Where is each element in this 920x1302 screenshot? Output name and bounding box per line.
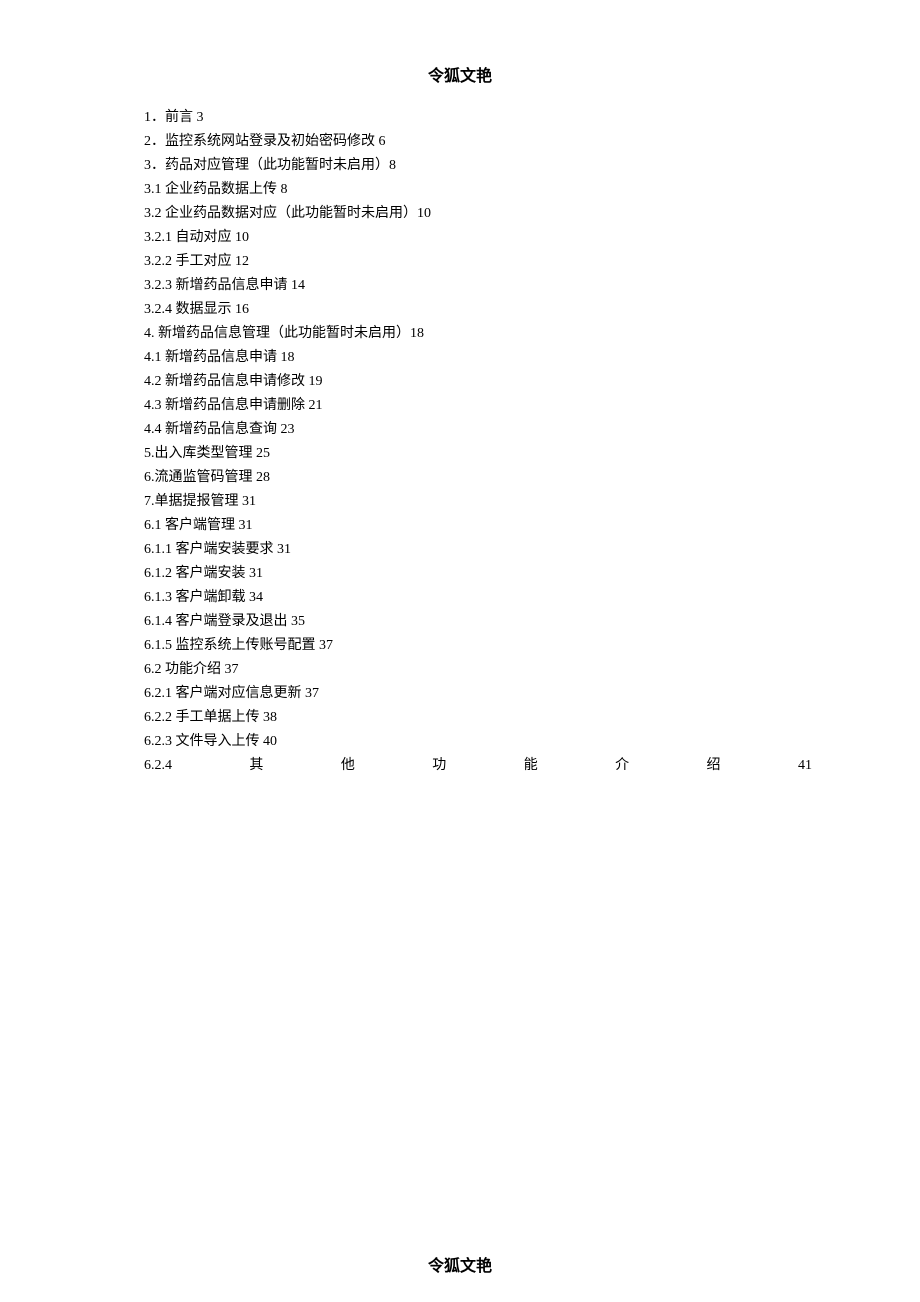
toc-entry: 3.1 企业药品数据上传 8 (144, 178, 812, 202)
toc-entry: 2．监控系统网站登录及初始密码修改 6 (144, 130, 812, 154)
toc-part: 6.2.4 (144, 754, 172, 778)
toc-entry: 3.2.4 数据显示 16 (144, 298, 812, 322)
toc-entry: 6.1.2 客户端安装 31 (144, 562, 812, 586)
toc-entry: 4.1 新增药品信息申请 18 (144, 346, 812, 370)
page-footer: 令狐文艳 (0, 1252, 920, 1276)
toc-part: 他 (341, 754, 355, 778)
toc-entry: 3.2 企业药品数据对应（此功能暂时未启用）10 (144, 202, 812, 226)
toc-entry: 6.1.3 客户端卸载 34 (144, 586, 812, 610)
toc-entry-justified: 6.2.4 其 他 功 能 介 绍 41 (144, 754, 812, 778)
toc-entry: 5.出入库类型管理 25 (144, 442, 812, 466)
toc-entry: 4. 新增药品信息管理（此功能暂时未启用）18 (144, 322, 812, 346)
toc-entry: 6.1 客户端管理 31 (144, 514, 812, 538)
toc-entry: 3.2.1 自动对应 10 (144, 226, 812, 250)
toc-part: 介 (615, 754, 629, 778)
toc-entry: 6.1.4 客户端登录及退出 35 (144, 610, 812, 634)
toc-entry: 3.2.2 手工对应 12 (144, 250, 812, 274)
toc-part: 功 (432, 754, 446, 778)
toc-content: 1．前言 3 2．监控系统网站登录及初始密码修改 6 3．药品对应管理（此功能暂… (0, 106, 920, 778)
toc-entry: 6.2.3 文件导入上传 40 (144, 730, 812, 754)
toc-entry: 6.2.2 手工单据上传 38 (144, 706, 812, 730)
toc-entry: 4.2 新增药品信息申请修改 19 (144, 370, 812, 394)
toc-entry: 4.3 新增药品信息申请删除 21 (144, 394, 812, 418)
toc-part: 能 (524, 754, 538, 778)
toc-entry: 6.2.1 客户端对应信息更新 37 (144, 682, 812, 706)
toc-part: 41 (798, 754, 812, 778)
toc-entry: 6.1.1 客户端安装要求 31 (144, 538, 812, 562)
toc-entry: 4.4 新增药品信息查询 23 (144, 418, 812, 442)
page-header: 令狐文艳 (0, 0, 920, 106)
toc-entry: 6.流通监管码管理 28 (144, 466, 812, 490)
toc-entry: 3．药品对应管理（此功能暂时未启用）8 (144, 154, 812, 178)
toc-entry: 6.1.5 监控系统上传账号配置 37 (144, 634, 812, 658)
toc-entry: 1．前言 3 (144, 106, 812, 130)
toc-part: 其 (249, 754, 263, 778)
toc-entry: 3.2.3 新增药品信息申请 14 (144, 274, 812, 298)
toc-entry: 7.单据提报管理 31 (144, 490, 812, 514)
toc-part: 绍 (707, 754, 721, 778)
toc-entry: 6.2 功能介绍 37 (144, 658, 812, 682)
